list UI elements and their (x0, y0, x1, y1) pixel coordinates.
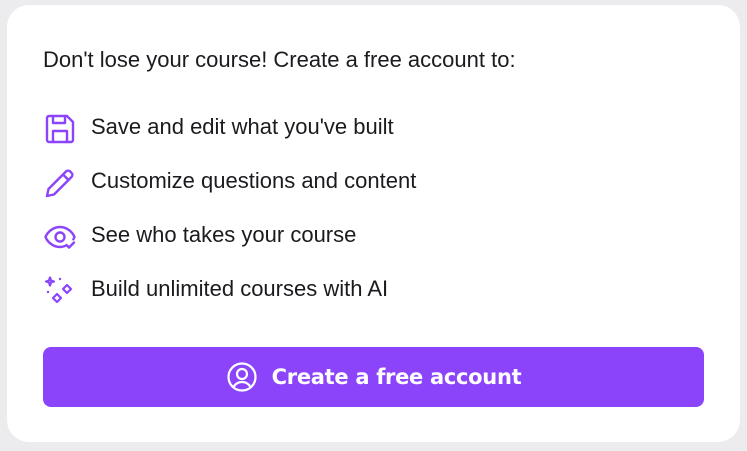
pencil-icon (43, 166, 77, 200)
feature-list: Save and edit what you've built Customiz… (43, 114, 416, 330)
sparkles-icon (43, 274, 77, 308)
card-headline: Don't lose your course! Create a free ac… (43, 47, 516, 72)
create-account-label: Create a free account (271, 365, 522, 389)
feature-label-save: Save and edit what you've built (91, 114, 394, 139)
create-account-button[interactable]: Create a free account (43, 347, 704, 407)
feature-item-build: Build unlimited courses with AI (43, 276, 416, 330)
user-circle-icon (226, 361, 258, 393)
feature-item-save: Save and edit what you've built (43, 114, 416, 168)
feature-item-customize: Customize questions and content (43, 168, 416, 222)
floppy-disk-icon (43, 112, 77, 146)
feature-label-see: See who takes your course (91, 222, 357, 247)
feature-item-see: See who takes your course (43, 222, 416, 276)
eye-check-icon (43, 220, 77, 254)
feature-label-build: Build unlimited courses with AI (91, 276, 389, 301)
feature-label-customize: Customize questions and content (91, 168, 417, 193)
signup-card: Don't lose your course! Create a free ac… (7, 5, 740, 442)
